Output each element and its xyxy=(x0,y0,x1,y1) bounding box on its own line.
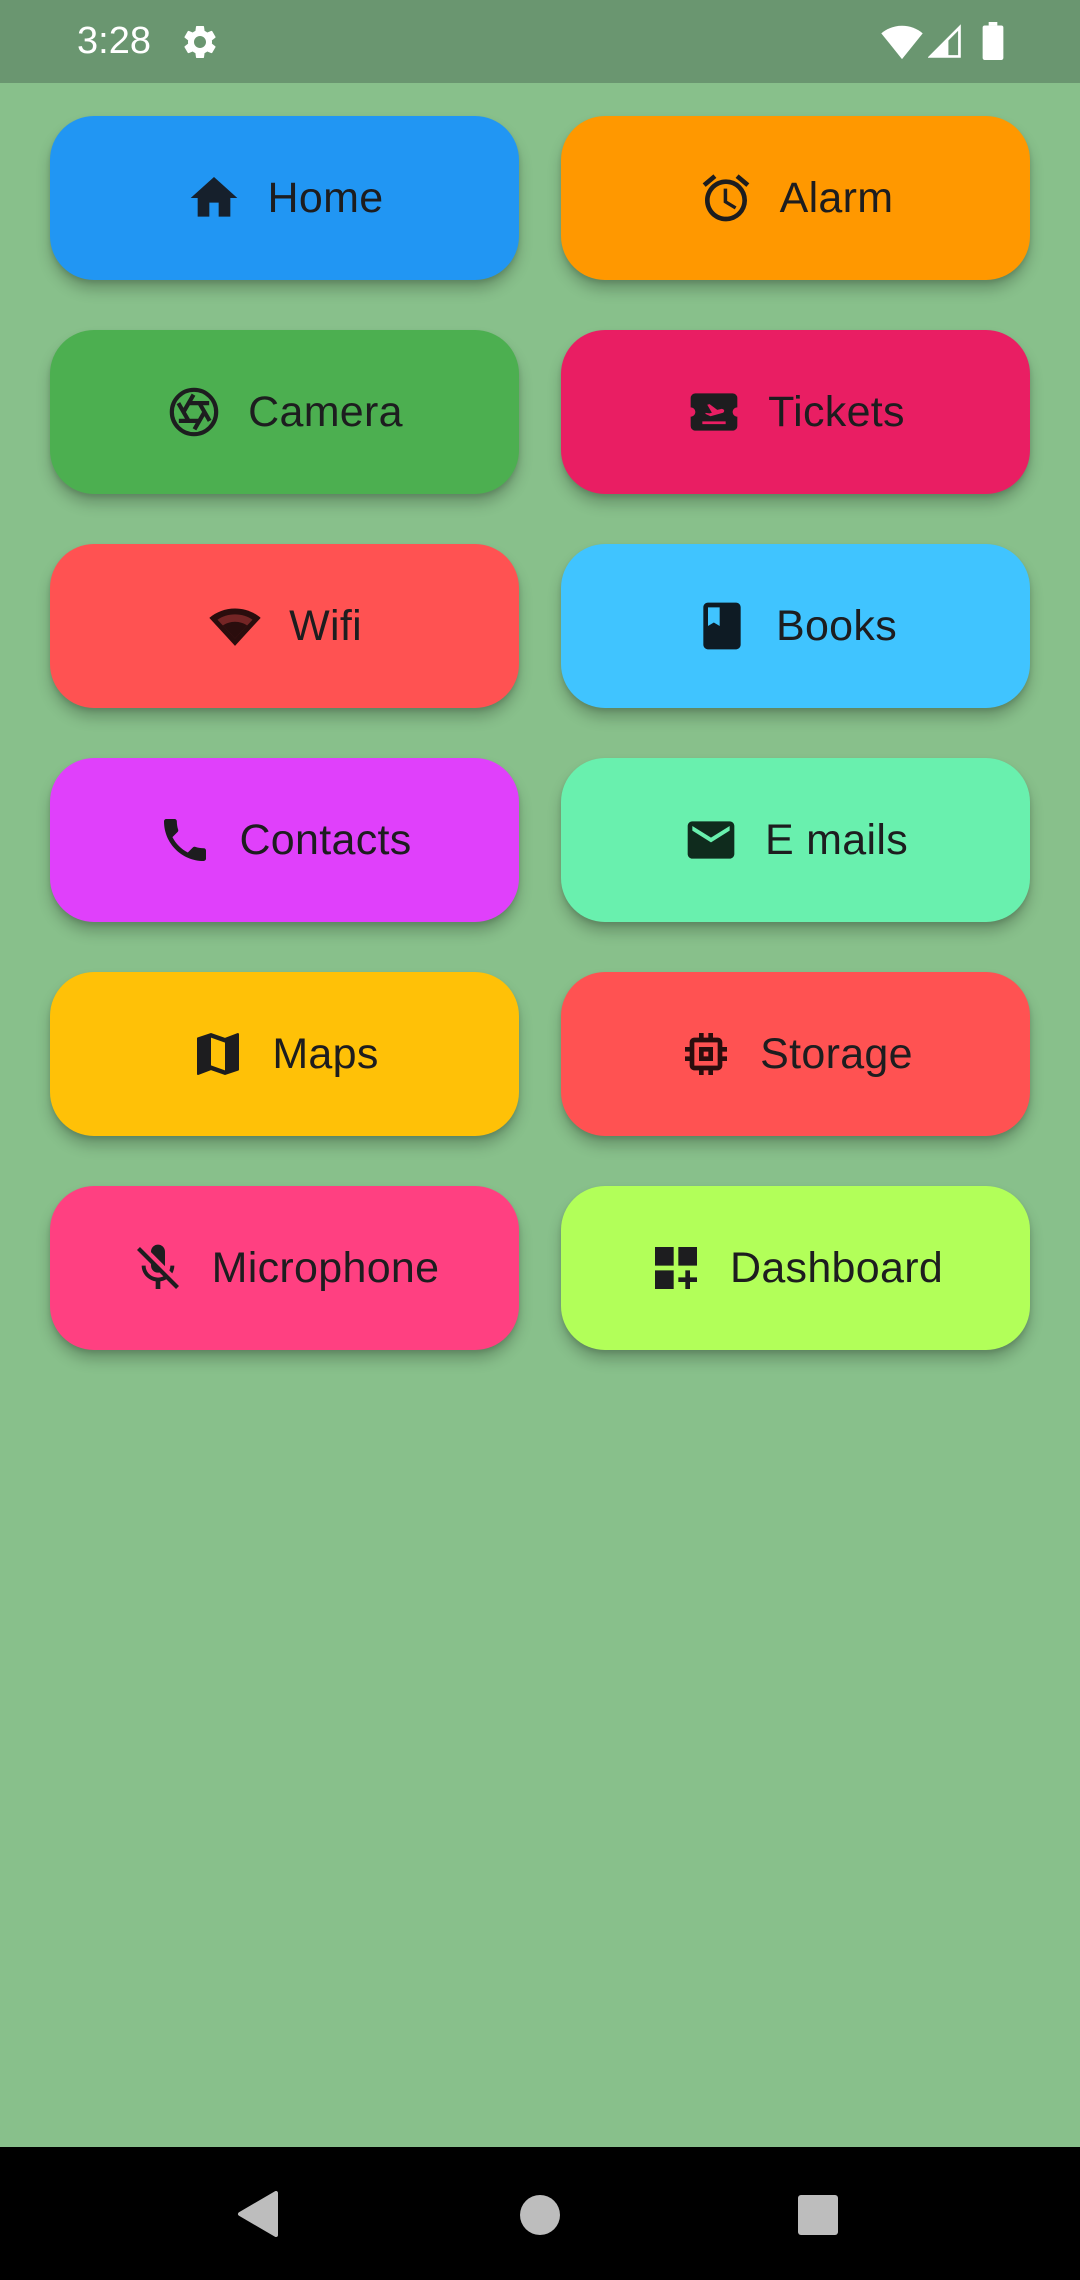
tile-label: Tickets xyxy=(768,387,905,436)
books-tile[interactable]: Books xyxy=(561,544,1030,708)
tile-label: Camera xyxy=(248,387,403,436)
camera-tile[interactable]: Camera xyxy=(50,330,519,494)
tile-label: Maps xyxy=(272,1029,379,1078)
wifi-icon xyxy=(880,24,924,60)
microphone-tile[interactable]: Microphone xyxy=(50,1186,519,1350)
tickets-tile[interactable]: Tickets xyxy=(561,330,1030,494)
storage-tile[interactable]: Storage xyxy=(561,972,1030,1136)
mic-off-icon xyxy=(130,1240,186,1296)
mail-icon xyxy=(683,812,739,868)
book-icon xyxy=(694,598,750,654)
alarm-tile[interactable]: Alarm xyxy=(561,116,1030,280)
wifi-tile[interactable]: Wifi xyxy=(50,544,519,708)
tile-label: E mails xyxy=(764,815,909,864)
phone-icon xyxy=(157,812,213,868)
dashboard-customize-icon xyxy=(648,1240,704,1296)
tile-label: Contacts xyxy=(239,815,412,864)
tile-label: Alarm xyxy=(779,173,894,222)
map-icon xyxy=(190,1026,246,1082)
recents-icon[interactable] xyxy=(798,2195,838,2235)
alarm-icon xyxy=(698,170,754,226)
back-icon[interactable] xyxy=(236,2191,280,2237)
tile-label: Books xyxy=(775,601,897,650)
ticket-icon xyxy=(686,384,742,440)
contacts-tile[interactable]: Contacts xyxy=(50,758,519,922)
navigation-bar xyxy=(0,2147,1080,2280)
tile-label: Home xyxy=(267,173,384,222)
tile-label: Storage xyxy=(760,1029,913,1078)
tile-label: Dashboard xyxy=(729,1243,944,1292)
maps-tile[interactable]: Maps xyxy=(50,972,519,1136)
status-time: 3:28 xyxy=(77,20,151,62)
tile-label: Wifi xyxy=(289,601,362,650)
status-bar: 3:28 xyxy=(0,0,1080,83)
signal-icon xyxy=(927,24,962,60)
tile-label: Microphone xyxy=(211,1243,440,1292)
battery-icon xyxy=(982,22,1004,61)
camera-icon xyxy=(166,384,222,440)
dashboard-tile[interactable]: Dashboard xyxy=(561,1186,1030,1350)
home-circle-icon[interactable] xyxy=(520,2195,560,2235)
wifi-icon xyxy=(207,598,263,654)
gear-icon xyxy=(180,22,220,62)
home-icon xyxy=(186,170,242,226)
home-tile[interactable]: Home xyxy=(50,116,519,280)
emails-tile[interactable]: E mails xyxy=(561,758,1030,922)
chip-icon xyxy=(678,1026,734,1082)
tile-grid: Home Alarm Camera Tickets Wifi Books Con… xyxy=(50,116,1030,1350)
